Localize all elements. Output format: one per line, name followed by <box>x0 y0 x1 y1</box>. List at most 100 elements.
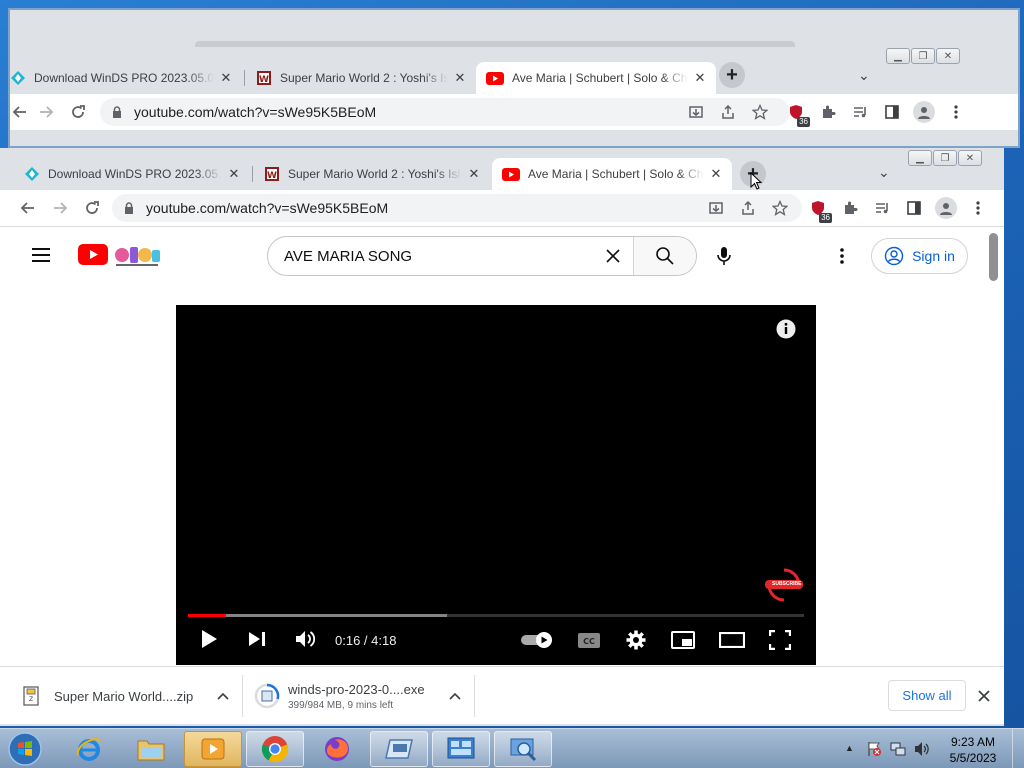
download-item-exe[interactable]: winds-pro-2023-0....exe 399/984 MB, 9 mi… <box>254 667 474 725</box>
video-player[interactable]: SUBSCRIBE 0:16 / 4:18 CC <box>176 305 816 665</box>
back-tab-youtube[interactable]: Ave Maria | Schubert | Solo & Choir ✕ <box>476 62 716 94</box>
menu-kebab-icon[interactable] <box>962 192 994 224</box>
download-filename: Super Mario World....zip <box>54 688 194 704</box>
back-browser-window: ▁ ❐ ✕ Download WinDS PRO 2023.05.03 ✕ W … <box>8 8 1020 148</box>
settings-kebab-icon[interactable] <box>840 248 844 264</box>
taskbar-control-panel-icon[interactable] <box>432 731 490 767</box>
back-arrow-icon[interactable] <box>10 96 30 128</box>
clear-search-icon[interactable] <box>593 237 633 275</box>
page-scrollbar[interactable] <box>989 233 998 281</box>
menu-kebab-icon[interactable] <box>940 96 972 128</box>
taskbar-search-tool-icon[interactable] <box>494 731 552 767</box>
side-panel-icon[interactable] <box>898 192 930 224</box>
youtube-logo-icon[interactable] <box>78 244 108 265</box>
side-panel-icon[interactable] <box>876 96 908 128</box>
new-tab-button[interactable]: + <box>719 62 745 88</box>
tab-search-chevron-icon[interactable]: ⌄ <box>878 164 890 181</box>
sign-in-button[interactable]: Sign in <box>871 238 968 274</box>
svg-text:Z: Z <box>29 696 33 703</box>
tab-winds[interactable]: Download WinDS PRO 2023.05.03 ✕ <box>14 158 250 190</box>
miniplayer-icon[interactable] <box>671 631 695 649</box>
tab-title: Ave Maria | Schubert | Solo & Choir <box>528 167 704 181</box>
share-icon[interactable] <box>712 96 744 128</box>
play-icon[interactable] <box>200 629 218 649</box>
progress-played <box>188 614 227 617</box>
taskbar-internet-explorer-icon[interactable] <box>60 731 118 767</box>
action-center-flag-icon[interactable] <box>866 741 882 757</box>
theater-mode-icon[interactable] <box>719 632 745 648</box>
taskbar-clock[interactable]: 9:23 AM 5/5/2023 <box>938 734 1008 766</box>
microphone-icon[interactable] <box>716 246 732 266</box>
tab-close-icon[interactable]: ✕ <box>692 70 708 86</box>
tab-close-icon[interactable]: ✕ <box>226 166 242 182</box>
reload-icon[interactable] <box>76 192 108 224</box>
tab-title: Download WinDS PRO 2023.05.03 <box>34 71 214 85</box>
back-tab-winds[interactable]: Download WinDS PRO 2023.05.03 ✕ <box>10 62 242 94</box>
show-all-downloads-button[interactable]: Show all <box>888 680 966 711</box>
hamburger-menu-icon[interactable] <box>30 247 52 263</box>
start-orb-icon[interactable] <box>6 731 44 767</box>
tab-search-chevron-icon[interactable]: ⌄ <box>858 67 870 84</box>
progress-bar[interactable] <box>188 614 804 617</box>
show-desktop-button[interactable] <box>1012 729 1024 768</box>
download-status: 399/984 MB, 9 mins left <box>288 699 394 711</box>
download-item-zip[interactable]: Z Super Mario World....zip <box>22 667 242 725</box>
tab-mario[interactable]: W Super Mario World 2 : Yoshi's Island ✕ <box>254 158 490 190</box>
volume-icon[interactable] <box>295 630 317 648</box>
fullscreen-icon[interactable] <box>769 630 791 650</box>
media-queue-icon[interactable] <box>844 96 876 128</box>
install-icon[interactable] <box>680 96 712 128</box>
forward-arrow-icon[interactable] <box>44 192 76 224</box>
network-icon[interactable] <box>890 741 906 757</box>
subscribe-watermark[interactable]: SUBSCRIBE <box>764 567 804 603</box>
download-options-chevron-icon[interactable] <box>217 692 229 700</box>
tab-close-icon[interactable]: ✕ <box>218 70 234 86</box>
share-icon[interactable] <box>732 192 764 224</box>
profile-icon[interactable] <box>930 192 962 224</box>
tab-close-icon[interactable]: ✕ <box>452 70 468 86</box>
back-tab-mario[interactable]: W Super Mario World 2 : Yoshi's Island ✕ <box>246 62 476 94</box>
settings-gear-icon[interactable] <box>626 630 646 650</box>
search-input[interactable]: AVE MARIA SONG <box>268 237 593 275</box>
address-bar[interactable]: youtube.com/watch?v=sWe95K5BEoM <box>112 194 802 222</box>
clock-date: 5/5/2023 <box>949 751 997 765</box>
exe-progress-ring-icon <box>254 683 280 709</box>
watermark-text: SUBSCRIBE <box>772 581 802 587</box>
forward-arrow-icon[interactable] <box>30 96 62 128</box>
reload-icon[interactable] <box>62 96 94 128</box>
extension-shield-icon[interactable]: 36 <box>780 96 812 128</box>
speaker-icon[interactable] <box>914 741 930 757</box>
download-options-chevron-icon[interactable] <box>449 692 461 700</box>
taskbar-firefox-icon[interactable] <box>308 731 366 767</box>
winds-icon <box>24 166 40 182</box>
profile-icon[interactable] <box>908 96 940 128</box>
tab-title: Super Mario World 2 : Yoshi's Island <box>280 71 448 85</box>
install-icon[interactable] <box>700 192 732 224</box>
puzzle-icon[interactable] <box>834 192 866 224</box>
captions-icon[interactable]: CC <box>577 632 601 649</box>
search-box[interactable]: AVE MARIA SONG <box>267 236 697 276</box>
youtube-page: AVE MARIA SONG Sign in SUBSCRIBE 0:16 / … <box>0 227 1004 667</box>
extension-shield-icon[interactable]: 36 <box>802 192 834 224</box>
lock-icon <box>112 106 122 118</box>
search-button[interactable] <box>633 237 696 275</box>
doodle-logo-icon[interactable] <box>112 241 162 269</box>
info-icon[interactable] <box>776 319 796 339</box>
tab-youtube[interactable]: Ave Maria | Schubert | Solo & Choir ✕ <box>492 158 732 190</box>
back-arrow-icon[interactable] <box>12 192 44 224</box>
tab-close-icon[interactable]: ✕ <box>466 166 482 182</box>
taskbar-media-player-icon[interactable] <box>184 731 242 767</box>
clock-time: 9:23 AM <box>950 735 996 749</box>
bookmark-star-icon[interactable] <box>764 192 796 224</box>
taskbar-chrome-icon[interactable] <box>246 731 304 767</box>
next-icon[interactable] <box>248 631 266 647</box>
bookmark-star-icon[interactable] <box>744 96 776 128</box>
tab-close-icon[interactable]: ✕ <box>708 166 724 182</box>
close-download-bar-icon[interactable] <box>978 690 990 702</box>
media-queue-icon[interactable] <box>866 192 898 224</box>
tray-show-hidden-icon[interactable]: ▲ <box>845 743 854 753</box>
puzzle-icon[interactable] <box>812 96 844 128</box>
taskbar-app-window-icon[interactable] <box>370 731 428 767</box>
autoplay-toggle-icon[interactable] <box>520 631 554 649</box>
taskbar-file-explorer-icon[interactable] <box>122 731 180 767</box>
